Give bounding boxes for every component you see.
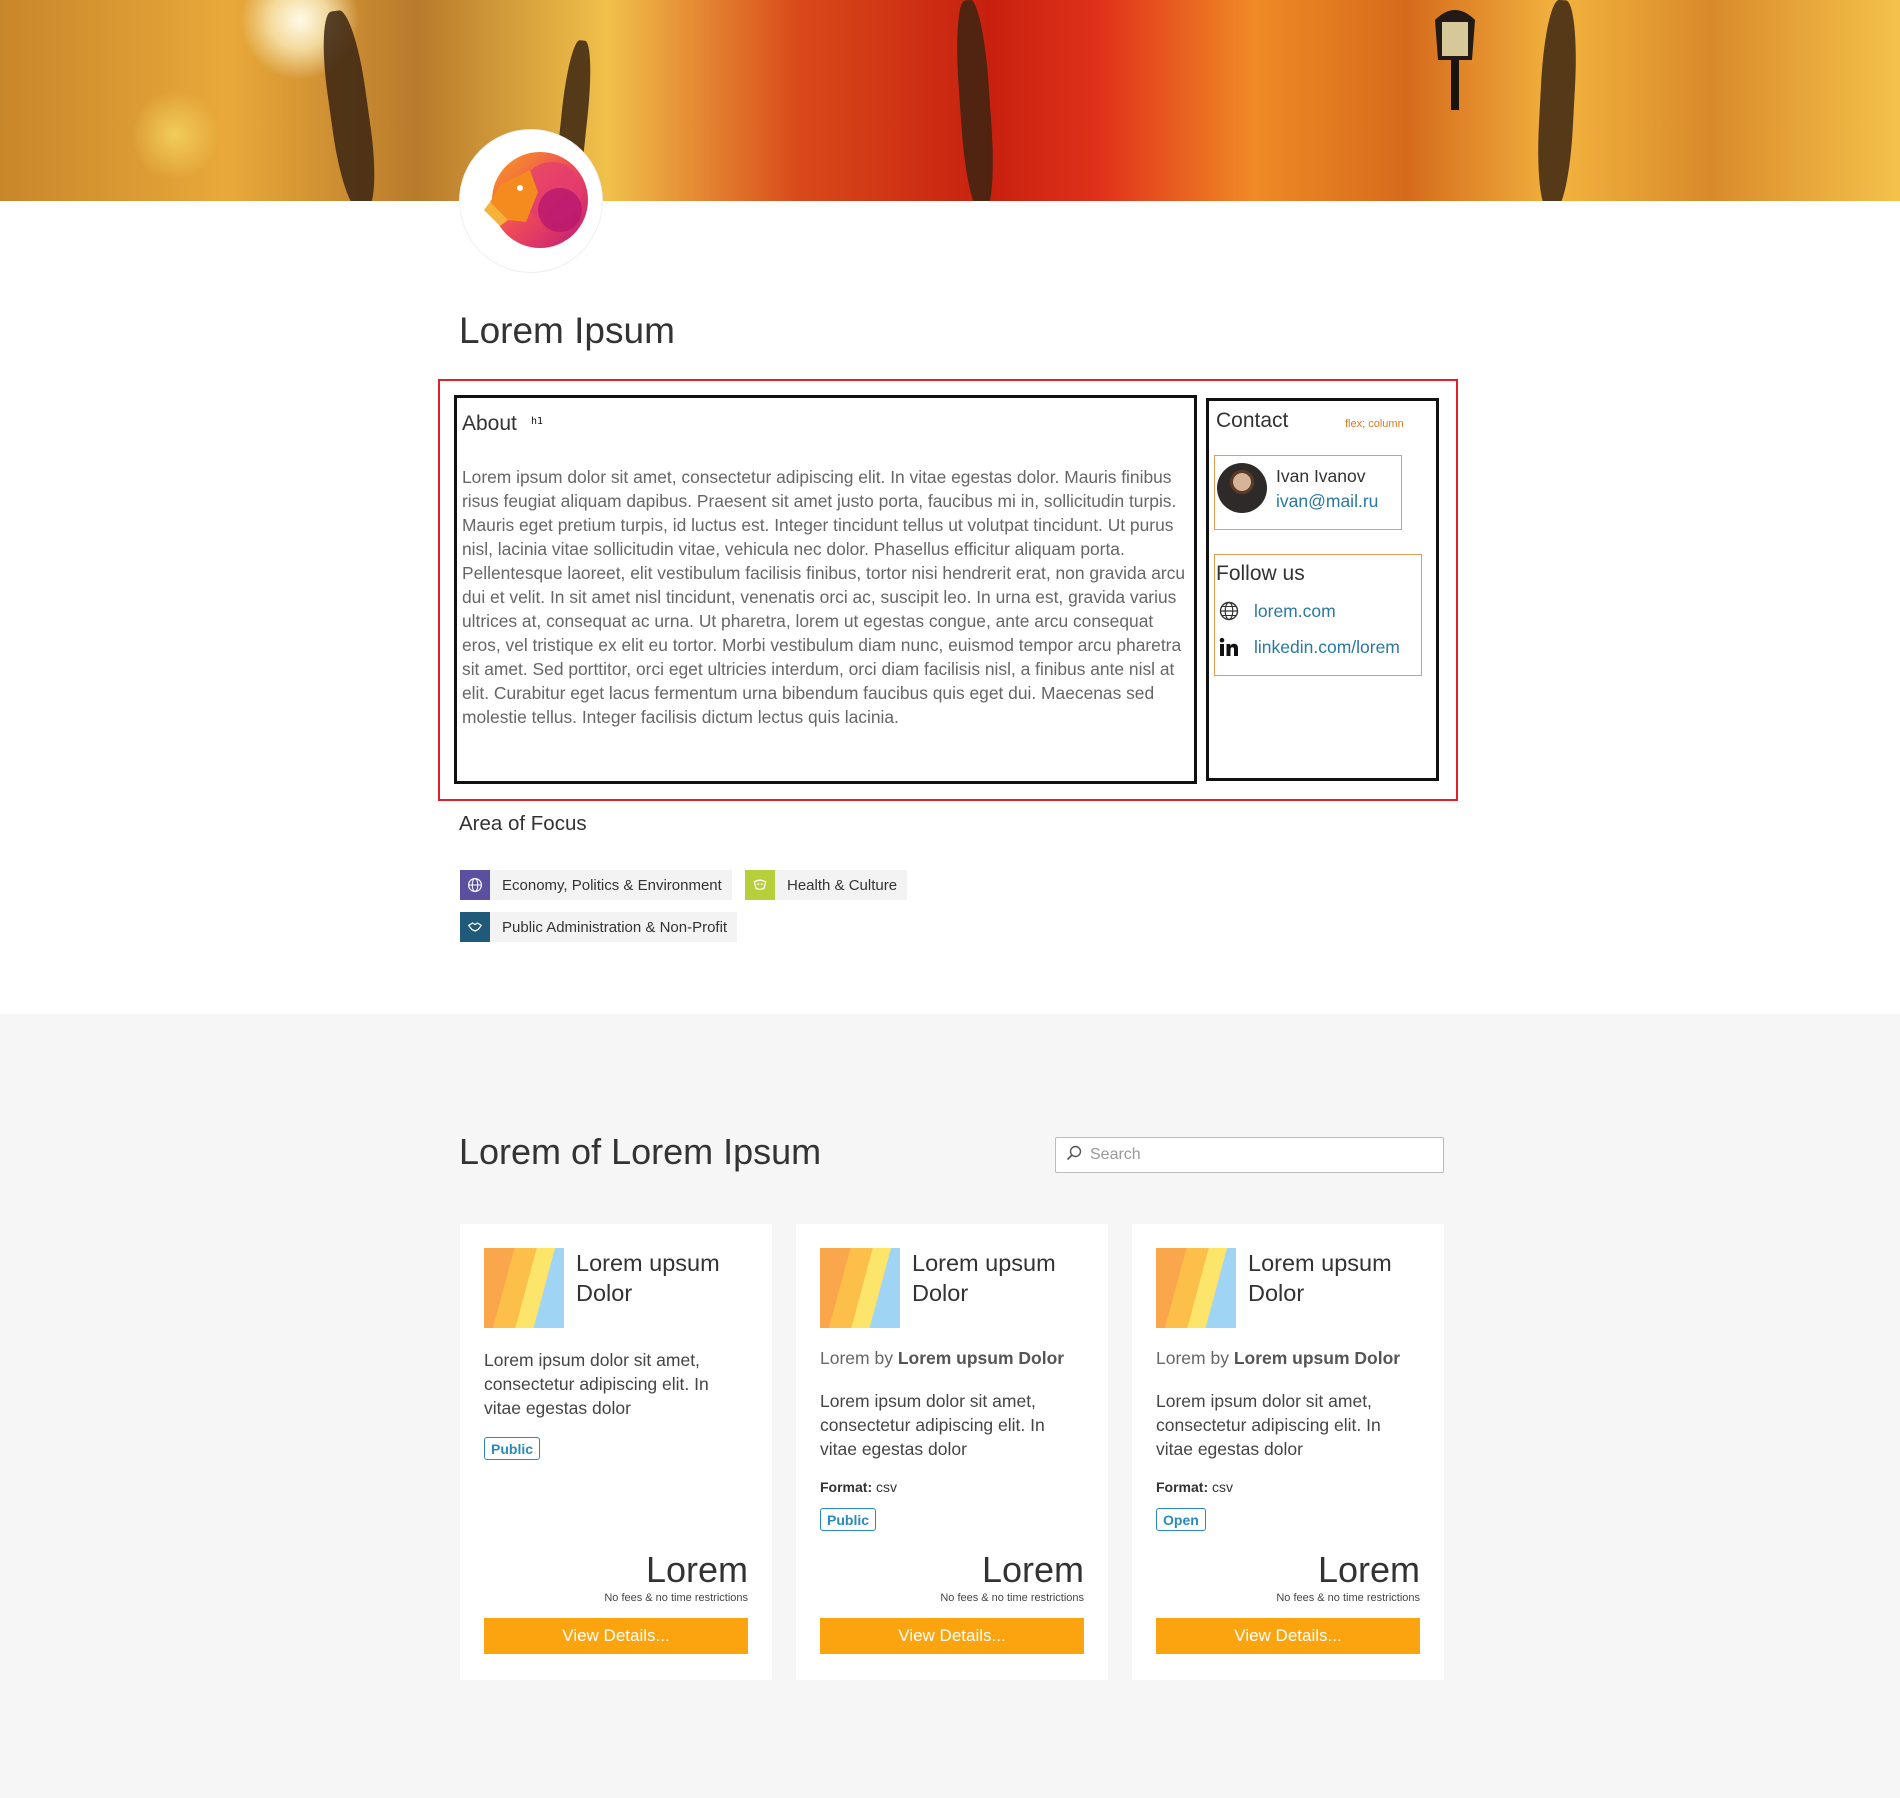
card-title: Lorem upsum Dolor <box>576 1250 720 1306</box>
card-author-prefix: Lorem by <box>820 1348 898 1368</box>
linkedin-link[interactable]: linkedin.com/lorem <box>1254 637 1400 658</box>
culture-icon <box>745 870 775 900</box>
street-lamp-icon <box>1435 10 1475 110</box>
globe-icon <box>460 870 490 900</box>
card-title: Lorem upsum Dolor <box>1248 1250 1392 1306</box>
handshake-icon <box>460 912 490 942</box>
avatar <box>1217 463 1267 513</box>
card-title: Lorem upsum Dolor <box>912 1250 1056 1306</box>
tree-trunk <box>316 8 382 201</box>
dataset-card: Lorem upsum Dolor Lorem by Lorem upsum D… <box>796 1224 1108 1680</box>
contact-name: Ivan Ivanov <box>1276 466 1366 486</box>
access-badge: Open <box>1156 1508 1206 1531</box>
follow-link-website[interactable]: lorem.com <box>1218 598 1336 624</box>
focus-tag-economy[interactable]: Economy, Politics & Environment <box>460 870 732 900</box>
search-box[interactable] <box>1055 1137 1444 1173</box>
card-description: Lorem ipsum dolor sit amet, consectetur … <box>484 1350 709 1418</box>
card-author-prefix: Lorem by <box>1156 1348 1234 1368</box>
dataset-thumbnail <box>820 1248 900 1328</box>
about-text: Lorem ipsum dolor sit amet, consectetur … <box>462 467 1186 727</box>
tree-trunk <box>1534 0 1580 201</box>
card-format-label: Format: <box>1156 1479 1209 1495</box>
website-link[interactable]: lorem.com <box>1254 601 1336 622</box>
card-description: Lorem ipsum dolor sit amet, consectetur … <box>820 1391 1045 1459</box>
about-section: About h1 Lorem ipsum dolor sit amet, con… <box>454 395 1197 784</box>
search-icon <box>1066 1145 1082 1166</box>
follow-us-title: Follow us <box>1216 562 1305 585</box>
card-format-value: csv <box>876 1479 898 1495</box>
contact-title: Contact <box>1216 409 1289 432</box>
area-of-focus-title: Area of Focus <box>459 812 587 835</box>
datasets-title: Lorem of Lorem Ipsum <box>459 1131 822 1172</box>
dataset-thumbnail <box>1156 1248 1236 1328</box>
globe-icon <box>1218 600 1240 622</box>
hero-banner <box>0 0 1900 201</box>
card-format-value: csv <box>1212 1479 1234 1495</box>
card-price: Lorem <box>981 1549 1084 1590</box>
about-title: About <box>462 412 517 435</box>
view-details-button[interactable]: View Details... <box>820 1618 1084 1654</box>
card-price: Lorem <box>1317 1549 1420 1590</box>
contact-section: Contact flex; column Ivan Ivanov ivan@ma… <box>1206 398 1439 781</box>
card-author: Lorem by Lorem upsum Dolor <box>820 1348 1064 1369</box>
card-description: Lorem ipsum dolor sit amet, consectetur … <box>1156 1391 1381 1459</box>
focus-tag-label: Public Administration & Non-Profit <box>502 918 728 936</box>
search-input[interactable] <box>1090 1146 1430 1164</box>
light-flare <box>130 90 220 180</box>
page-title: Lorem Ipsum <box>459 310 675 351</box>
card-format: Format: csv <box>1156 1479 1233 1495</box>
focus-tag-public-administration[interactable]: Public Administration & Non-Profit <box>460 912 738 942</box>
layout-annotation: flex; column <box>1345 418 1404 430</box>
h1-annotation: h1 <box>531 416 544 427</box>
dataset-card: Lorem upsum Dolor Lorem ipsum dolor sit … <box>460 1224 772 1680</box>
dataset-card: Lorem upsum Dolor Lorem by Lorem upsum D… <box>1132 1224 1444 1680</box>
focus-tag-label: Health & Culture <box>787 876 898 894</box>
card-format-label: Format: <box>820 1479 873 1495</box>
organization-logo <box>460 130 602 272</box>
follow-link-linkedin[interactable]: linkedin.com/lorem <box>1218 634 1400 660</box>
contact-person-card: Ivan Ivanov ivan@mail.ru <box>1214 455 1402 530</box>
dataset-thumbnail <box>484 1248 564 1328</box>
access-badge: Public <box>484 1437 541 1460</box>
access-badge: Public <box>820 1508 877 1531</box>
card-price-note: No fees & no time restrictions <box>1276 1592 1420 1604</box>
linkedin-icon <box>1218 636 1240 658</box>
card-format: Format: csv <box>820 1479 897 1495</box>
card-price-note: No fees & no time restrictions <box>604 1592 748 1604</box>
focus-tag-label: Economy, Politics & Environment <box>502 876 722 894</box>
card-author: Lorem by Lorem upsum Dolor <box>1156 1348 1400 1369</box>
card-author-name: Lorem upsum Dolor <box>897 1348 1065 1368</box>
card-price-note: No fees & no time restrictions <box>940 1592 1084 1604</box>
card-author-name: Lorem upsum Dolor <box>1233 1348 1401 1368</box>
card-price: Lorem <box>645 1549 748 1590</box>
tree-trunk <box>952 0 998 201</box>
follow-us-card: Follow us lorem.com linkedin.com/lorem <box>1214 554 1422 676</box>
contact-email-link[interactable]: ivan@mail.ru <box>1276 491 1378 512</box>
view-details-button[interactable]: View Details... <box>1156 1618 1420 1654</box>
focus-tag-health[interactable]: Health & Culture <box>745 870 908 900</box>
view-details-button[interactable]: View Details... <box>484 1618 748 1654</box>
lion-logo-icon <box>484 152 588 248</box>
